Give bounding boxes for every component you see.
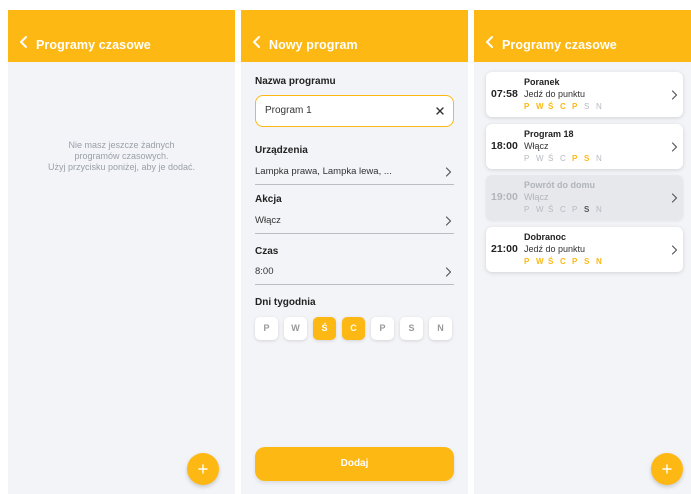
program-day-letter: S — [584, 154, 590, 163]
program-time: 18:00 — [491, 140, 518, 152]
weekday-toggle[interactable]: P — [255, 317, 278, 340]
program-day-letter: P — [524, 102, 530, 111]
program-name: Program 18 — [524, 129, 574, 139]
program-action: Włącz — [524, 141, 549, 151]
program-day-letter: P — [524, 257, 530, 266]
program-day-letter: N — [596, 154, 602, 163]
weekday-toggle[interactable]: C — [342, 317, 365, 340]
program-name: Poranek — [524, 77, 560, 87]
program-day-letter: N — [596, 102, 602, 111]
program-card[interactable]: 18:00 Program 18 Włącz PWŚCPSN — [486, 124, 683, 169]
chevron-right-icon — [445, 167, 452, 177]
program-day-letter: C — [560, 205, 566, 214]
program-time: 19:00 — [491, 191, 518, 203]
plus-icon — [198, 464, 208, 474]
action-value: Włącz — [255, 215, 281, 226]
app-bar: Nowy program — [241, 10, 468, 62]
program-days: PWŚCPSN — [524, 154, 608, 163]
program-day-letter: Ś — [548, 205, 554, 214]
program-action: Włącz — [524, 192, 549, 202]
program-day-letter: N — [596, 205, 602, 214]
program-day-letter: W — [536, 102, 544, 111]
chevron-right-icon — [445, 216, 452, 226]
app-bar: Programy czasowe — [8, 10, 235, 62]
weekday-toggle[interactable]: W — [284, 317, 307, 340]
program-name-input[interactable]: Program 1 — [255, 95, 454, 127]
program-day-letter: P — [572, 257, 578, 266]
screen-program-list: Programy czasowe 07:58 Poranek Jedź do p… — [474, 10, 691, 494]
program-name: Powrót do domu — [524, 180, 595, 190]
program-day-letter: S — [584, 102, 590, 111]
back-chevron-icon[interactable] — [18, 35, 30, 49]
program-day-letter: Ś — [548, 154, 554, 163]
program-name-label: Nazwa programu — [255, 76, 336, 87]
weekday-toggle[interactable]: S — [400, 317, 423, 340]
back-chevron-icon[interactable] — [251, 35, 263, 49]
time-selector[interactable]: 8:00 — [255, 261, 454, 285]
program-name: Dobranoc — [524, 232, 567, 242]
empty-line: Użyj przycisku poniżej, aby je dodać. — [47, 162, 196, 172]
empty-line: Nie masz jeszcze żadnych — [68, 140, 175, 150]
page-title: Nowy program — [269, 38, 358, 52]
program-day-letter: C — [560, 257, 566, 266]
chevron-right-icon — [445, 267, 452, 277]
chevron-right-icon — [671, 193, 678, 203]
plus-icon — [662, 464, 672, 474]
action-selector[interactable]: Włącz — [255, 210, 454, 234]
devices-value: Lampka prawa, Lampka lewa, ... — [255, 166, 392, 177]
weekday-toggle[interactable]: P — [371, 317, 394, 340]
page-title: Programy czasowe — [36, 38, 151, 52]
page-title: Programy czasowe — [502, 38, 617, 52]
program-day-letter: W — [536, 205, 544, 214]
empty-line: programów czasowych. — [74, 151, 169, 161]
program-time: 07:58 — [491, 88, 518, 100]
add-program-button[interactable] — [651, 453, 683, 485]
screen-empty-programs: Programy czasowe Nie masz jeszcze żadnyc… — [8, 10, 235, 494]
program-day-letter: P — [572, 205, 578, 214]
action-label: Akcja — [255, 194, 282, 205]
clear-icon[interactable] — [435, 106, 445, 116]
program-day-letter: P — [572, 154, 578, 163]
program-day-letter: Ś — [548, 257, 554, 266]
app-bar: Programy czasowe — [474, 10, 691, 62]
program-card[interactable]: 21:00 Dobranoc Jedź do punktu PWŚCPSN — [486, 227, 683, 272]
program-day-letter: P — [572, 102, 578, 111]
chevron-right-icon — [671, 142, 678, 152]
weekday-toggle[interactable]: N — [429, 317, 452, 340]
time-label: Czas — [255, 246, 279, 257]
program-days: PWŚCPSN — [524, 257, 608, 266]
program-day-letter: W — [536, 257, 544, 266]
program-day-letter: C — [560, 102, 566, 111]
program-day-letter: W — [536, 154, 544, 163]
program-day-letter: S — [584, 257, 590, 266]
screen-new-program: Nowy program Nazwa programu Program 1 Ur… — [241, 10, 468, 494]
add-button[interactable]: Dodaj — [255, 447, 454, 481]
program-days: PWŚCPSN — [524, 205, 608, 214]
program-day-letter: P — [524, 205, 530, 214]
program-days: PWŚCPSN — [524, 102, 608, 111]
back-chevron-icon[interactable] — [484, 35, 496, 49]
weekdays-label: Dni tygodnia — [255, 297, 316, 308]
chevron-right-icon — [671, 90, 678, 100]
program-name-value: Program 1 — [265, 105, 312, 116]
add-program-button[interactable] — [187, 453, 219, 485]
program-day-letter: P — [524, 154, 530, 163]
time-value: 8:00 — [255, 266, 274, 277]
program-action: Jedź do punktu — [524, 89, 586, 99]
program-action: Jedź do punktu — [524, 244, 586, 254]
program-card[interactable]: 07:58 Poranek Jedź do punktu PWŚCPSN — [486, 72, 683, 117]
program-day-letter: Ś — [548, 102, 554, 111]
program-day-letter: N — [596, 257, 602, 266]
weekday-toggle[interactable]: Ś — [313, 317, 336, 340]
program-card[interactable]: 19:00 Powrót do domu Włącz PWŚCPSN — [486, 175, 683, 220]
chevron-right-icon — [671, 245, 678, 255]
program-day-letter: C — [560, 154, 566, 163]
program-day-letter: S — [584, 205, 590, 214]
devices-selector[interactable]: Lampka prawa, Lampka lewa, ... — [255, 161, 454, 185]
program-time: 21:00 — [491, 243, 518, 255]
devices-label: Urządzenia — [255, 145, 308, 156]
empty-state-message: Nie masz jeszcze żadnych programów czaso… — [18, 140, 225, 173]
